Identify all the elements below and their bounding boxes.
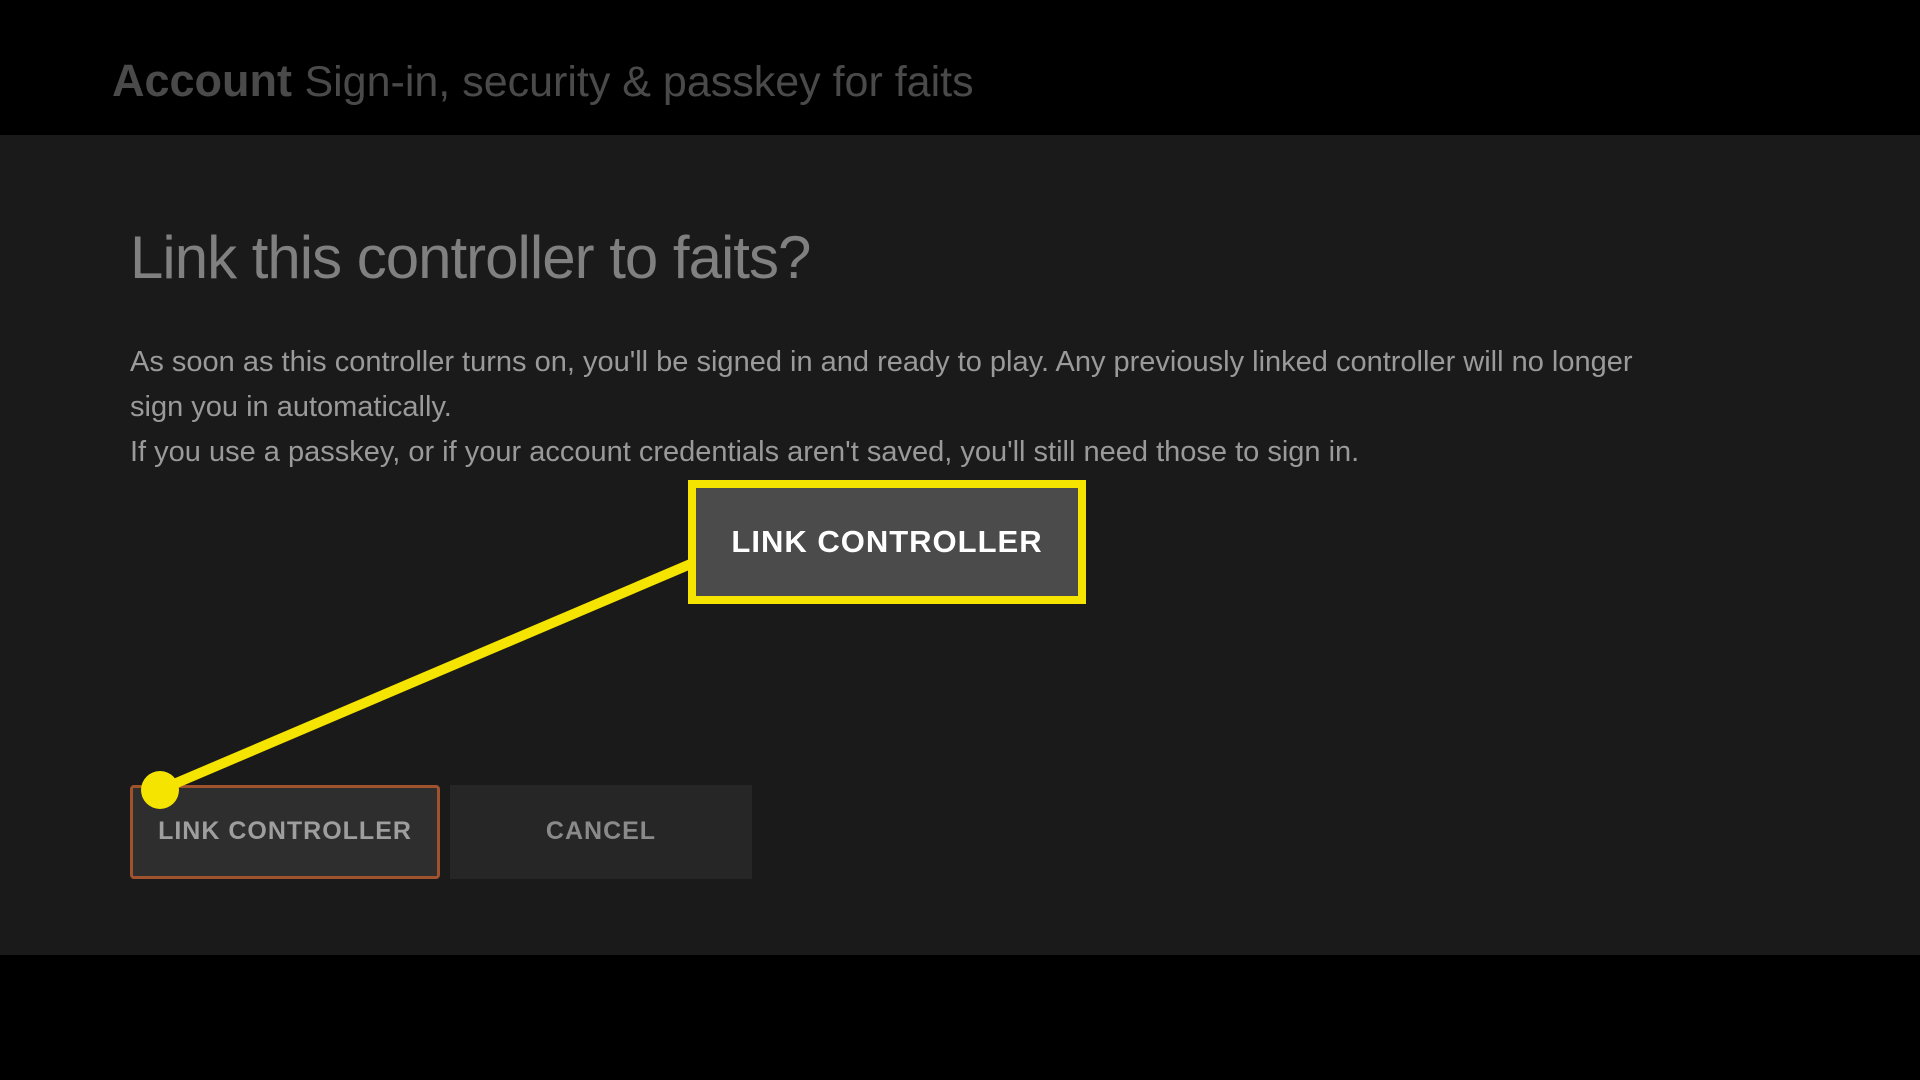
annotation-dot — [141, 771, 179, 809]
dialog-body-line2: If you use a passkey, or if your account… — [130, 430, 1690, 475]
dialog-title: Link this controller to faits? — [130, 223, 1790, 292]
header-account-label: Account — [112, 55, 292, 106]
cancel-button[interactable]: CANCEL — [450, 785, 752, 879]
annotation-callout-label: LINK CONTROLLER — [731, 524, 1042, 560]
button-row: LINK CONTROLLER CANCEL — [130, 785, 1790, 879]
header-subtitle: Sign-in, security & passkey for faits — [304, 58, 973, 106]
dialog-body: As soon as this controller turns on, you… — [130, 340, 1690, 475]
annotation-callout: LINK CONTROLLER — [688, 480, 1086, 604]
dialog-body-line1: As soon as this controller turns on, you… — [130, 340, 1690, 430]
page-header: Account Sign-in, security & passkey for … — [0, 0, 1920, 135]
